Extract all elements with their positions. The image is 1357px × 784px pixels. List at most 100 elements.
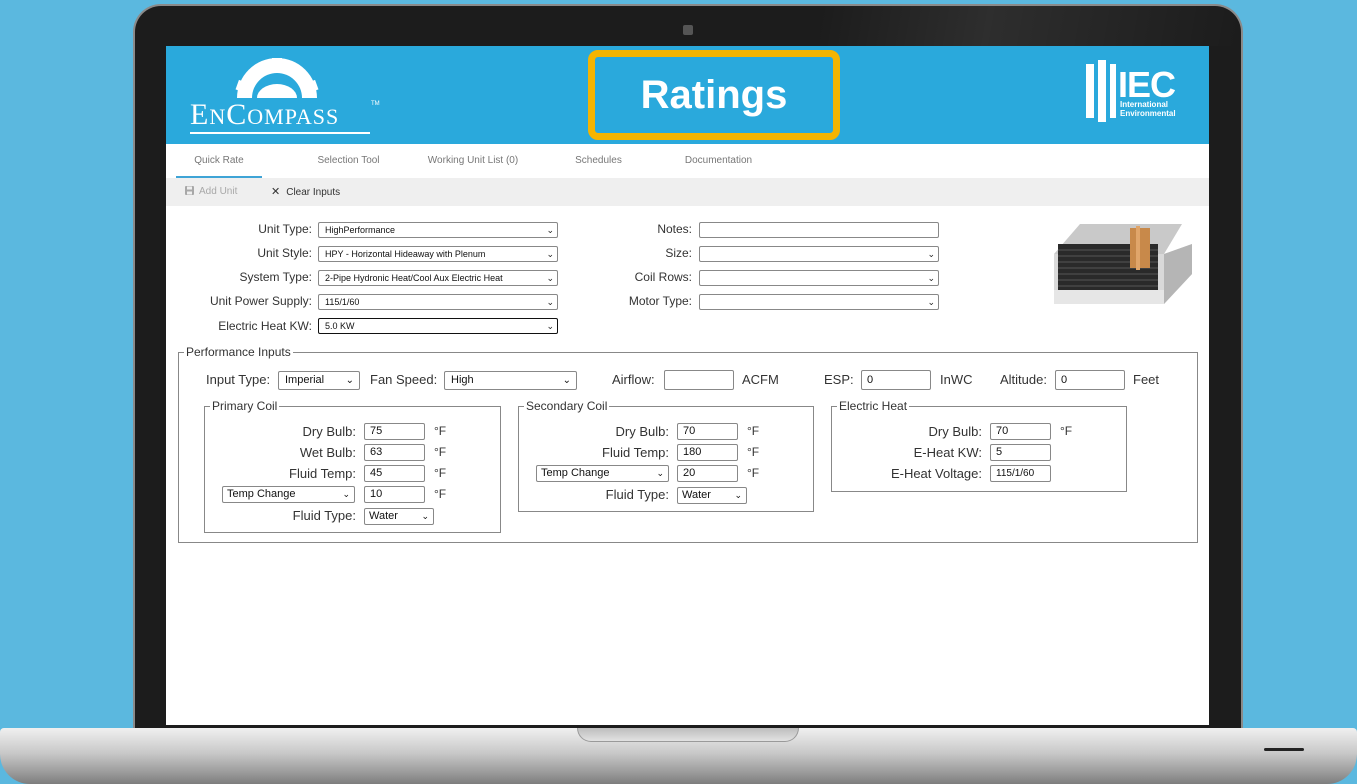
airflow-unit: ACFM	[742, 372, 779, 387]
primary-coil-legend: Primary Coil	[210, 399, 280, 413]
power-supply-select[interactable]: 115/1/60 ⌄	[318, 294, 558, 310]
chevron-down-icon: ⌄	[421, 511, 429, 521]
tab-working-unit-list[interactable]: Working Unit List (0)	[418, 144, 528, 178]
primary-mode-value: Temp Change	[227, 488, 296, 500]
primary-mode-select[interactable]: Temp Change ⌄	[222, 486, 355, 503]
tab-schedules[interactable]: Schedules	[566, 144, 631, 178]
secondary-dry-bulb-unit: °F	[747, 424, 760, 438]
secondary-fluid-temp-input[interactable]: 180	[677, 444, 738, 461]
size-select[interactable]: ⌄	[699, 246, 939, 262]
tab-selection-tool[interactable]: Selection Tool	[306, 144, 391, 178]
notes-input[interactable]	[699, 222, 939, 238]
coil-rows-select[interactable]: ⌄	[699, 270, 939, 286]
system-type-select[interactable]: 2-Pipe Hydronic Heat/Cool Aux Electric H…	[318, 270, 558, 286]
eheat-dry-bulb-input[interactable]: 70	[990, 423, 1051, 440]
chevron-down-icon: ⌄	[546, 225, 554, 235]
secondary-fluid-temp-unit: °F	[747, 445, 760, 459]
primary-dry-bulb-input[interactable]: 75	[364, 423, 425, 440]
primary-fluid-temp-label: Fluid Temp:	[289, 466, 356, 481]
esp-input[interactable]: 0	[861, 370, 931, 390]
chevron-down-icon: ⌄	[546, 321, 554, 331]
primary-fluid-type-select[interactable]: Water ⌄	[364, 508, 434, 525]
performance-inputs-legend: Performance Inputs	[184, 345, 293, 359]
iec-mark-icon	[1086, 60, 1116, 122]
secondary-mode-select[interactable]: Temp Change ⌄	[536, 465, 669, 482]
clear-inputs-button[interactable]: ✕ Clear Inputs	[271, 178, 340, 206]
system-type-label: System Type:	[239, 270, 312, 284]
primary-fluid-temp-unit: °F	[434, 466, 447, 480]
clear-inputs-label: Clear Inputs	[286, 187, 341, 198]
altitude-label: Altitude:	[1000, 372, 1047, 387]
primary-dry-bulb-unit: °F	[434, 424, 447, 438]
input-type-value: Imperial	[285, 374, 325, 386]
input-type-select[interactable]: Imperial ⌄	[278, 371, 360, 390]
unit-type-select[interactable]: HighPerformance ⌄	[318, 222, 558, 238]
eheat-kw-input[interactable]: 5	[990, 444, 1051, 461]
chevron-down-icon: ⌄	[546, 297, 554, 307]
primary-wet-bulb-unit: °F	[434, 445, 447, 459]
primary-mode-unit: °F	[434, 487, 447, 501]
unit-style-select[interactable]: HPY - Horizontal Hideaway with Plenum ⌄	[318, 246, 558, 262]
altitude-input[interactable]: 0	[1055, 370, 1125, 390]
secondary-fluid-temp-label: Fluid Temp:	[602, 445, 669, 460]
primary-fluid-type-label: Fluid Type:	[292, 508, 356, 523]
tab-documentation[interactable]: Documentation	[676, 144, 761, 178]
secondary-fluid-type-value: Water	[682, 489, 711, 501]
primary-wet-bulb-input[interactable]: 63	[364, 444, 425, 461]
app-header: ENCOMPASS TM Ratings IEC International E…	[166, 46, 1209, 144]
laptop-indicator	[1264, 748, 1304, 751]
chevron-down-icon: ⌄	[734, 490, 742, 500]
motor-type-select[interactable]: ⌄	[699, 294, 939, 310]
primary-mode-amount-input[interactable]: 10	[364, 486, 425, 503]
secondary-dry-bulb-input[interactable]: 70	[677, 423, 738, 440]
secondary-dry-bulb-label: Dry Bulb:	[615, 424, 669, 439]
fan-speed-select[interactable]: High ⌄	[444, 371, 577, 390]
secondary-fluid-type-select[interactable]: Water ⌄	[677, 487, 747, 504]
eheat-voltage-input[interactable]: 115/1/60	[990, 465, 1051, 482]
coil-rows-label: Coil Rows:	[634, 270, 692, 284]
primary-wet-bulb-label: Wet Bulb:	[299, 445, 356, 460]
motor-type-label: Motor Type:	[628, 294, 692, 308]
system-type-value: 2-Pipe Hydronic Heat/Cool Aux Electric H…	[325, 273, 503, 283]
secondary-mode-value: Temp Change	[541, 467, 610, 479]
unit-style-label: Unit Style:	[257, 246, 312, 260]
electric-heat-kw-select[interactable]: 5.0 KW ⌄	[318, 318, 558, 334]
chevron-down-icon: ⌄	[345, 375, 354, 386]
chevron-down-icon: ⌄	[927, 297, 935, 307]
nav-tabs: Quick Rate Selection Tool Working Unit L…	[166, 144, 1209, 178]
altitude-unit: Feet	[1133, 372, 1160, 387]
gear-icon	[235, 58, 319, 98]
unit-type-label: Unit Type:	[258, 222, 312, 236]
iec-tagline-line1: International	[1120, 100, 1169, 109]
fan-speed-label: Fan Speed:	[370, 372, 438, 387]
eheat-dry-bulb-unit: °F	[1060, 424, 1073, 438]
eheat-dry-bulb-label: Dry Bulb:	[928, 424, 982, 439]
chevron-down-icon: ⌄	[927, 249, 935, 259]
size-label: Size:	[665, 246, 692, 260]
app-screen: ENCOMPASS TM Ratings IEC International E…	[166, 46, 1209, 725]
encompass-logo[interactable]: ENCOMPASS TM	[190, 58, 380, 136]
primary-fluid-temp-input[interactable]: 45	[364, 465, 425, 482]
primary-dry-bulb-label: Dry Bulb:	[302, 424, 356, 439]
airflow-label: Airflow:	[612, 372, 655, 387]
chevron-down-icon: ⌄	[562, 375, 571, 386]
logo-underline	[190, 132, 370, 134]
tab-quick-rate[interactable]: Quick Rate	[176, 144, 262, 178]
logo-wordmark: ENCOMPASS	[190, 98, 340, 131]
esp-label: ESP:	[824, 372, 854, 387]
unit-product-image	[1054, 224, 1192, 304]
electric-heat-kw-label: Electric Heat KW:	[218, 319, 312, 333]
iec-tagline: International Environmental	[1120, 100, 1176, 118]
add-unit-button[interactable]: Add Unit	[185, 178, 237, 206]
secondary-mode-unit: °F	[747, 466, 760, 480]
logo-trademark: TM	[371, 101, 380, 107]
secondary-fluid-type-label: Fluid Type:	[605, 487, 669, 502]
iec-logo[interactable]: IEC International Environmental	[1084, 58, 1194, 124]
electric-heat-legend: Electric Heat	[837, 399, 910, 413]
power-supply-label: Unit Power Supply:	[209, 294, 312, 308]
page-title-box: Ratings	[588, 50, 840, 140]
secondary-mode-amount-input[interactable]: 20	[677, 465, 738, 482]
airflow-input[interactable]	[664, 370, 734, 390]
toolbar: Add Unit ✕ Clear Inputs	[166, 178, 1209, 206]
save-icon	[185, 186, 194, 195]
